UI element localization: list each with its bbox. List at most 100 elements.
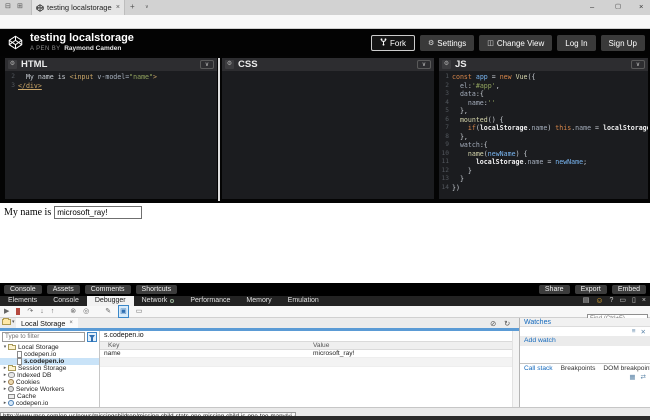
tree-item-cookies[interactable]: ▸Cookies	[0, 379, 99, 386]
devtools-tab-network[interactable]: Network	[134, 296, 183, 306]
code-line: 3 data:{	[439, 90, 648, 99]
code-text: name:''	[452, 99, 496, 108]
tab-list-chevron-icon[interactable]: ∨	[145, 4, 149, 10]
step-over-icon[interactable]: ↷	[27, 306, 33, 317]
step-out-icon[interactable]: ↑	[51, 306, 55, 317]
tree-item-codepen-io[interactable]: ▸codepen.io	[0, 400, 99, 407]
filter-input[interactable]	[2, 332, 85, 342]
undock-icon[interactable]: ▯	[632, 296, 636, 306]
browser-tab[interactable]: testing localstorage ×	[31, 0, 125, 15]
log-in-button[interactable]: Log In	[557, 35, 595, 51]
name-input[interactable]	[54, 206, 142, 219]
code-line: 8 },	[439, 133, 648, 142]
editor-gear-icon[interactable]: ⚙	[225, 60, 234, 69]
feedback-smiley-icon[interactable]: ☺	[595, 296, 603, 306]
tab-call-stack[interactable]: Call stack	[524, 365, 553, 372]
editor-resize-handle[interactable]	[218, 58, 220, 201]
help-icon[interactable]: ?	[610, 296, 614, 306]
code-line: 6 mounted() {	[439, 116, 648, 125]
async-callstack-icon[interactable]: ⇄	[641, 373, 646, 381]
line-number: 13	[439, 175, 452, 184]
tab-preview-icon[interactable]: ⊟	[5, 2, 11, 10]
change-view-button[interactable]: ◫Change View	[479, 35, 552, 51]
close-tab-icon[interactable]: ×	[69, 320, 73, 326]
devtools-tab-performance[interactable]: Performance	[182, 296, 238, 306]
source-maps-icon[interactable]: ▭	[136, 306, 143, 317]
maximize-window-icon[interactable]: ▢	[615, 2, 621, 10]
share-button[interactable]: Share	[539, 285, 570, 294]
devtools-tab-console[interactable]: Console	[45, 296, 87, 306]
devtools-tab-emulation[interactable]: Emulation	[280, 296, 327, 306]
shortcuts-button[interactable]: Shortcuts	[136, 285, 178, 294]
table-row[interactable]: namemicrosoft_ray!	[100, 350, 519, 359]
chevron-down-icon: ▾	[12, 319, 15, 325]
pen-author[interactable]: Raymond Camden	[64, 45, 121, 52]
js-code-editor[interactable]: 1const app = new Vue({2 el:'#app',3 data…	[439, 71, 648, 199]
network-badge-icon	[170, 299, 174, 303]
settings-button[interactable]: ⚙Settings	[420, 35, 474, 51]
collapse-chevron-icon[interactable]: ∨	[200, 60, 214, 69]
editor-gear-icon[interactable]: ⚙	[442, 60, 451, 69]
line-number: 2	[5, 73, 18, 82]
break-on-exceptions-icon[interactable]: ⊗	[70, 306, 76, 317]
funnel-icon	[89, 335, 95, 339]
tab-breakpoints[interactable]: Breakpoints	[561, 365, 596, 372]
clear-watches-icon[interactable]: ✕	[641, 328, 646, 336]
close-window-icon[interactable]: ×	[639, 2, 643, 11]
step-into-icon[interactable]: ↓	[40, 306, 44, 317]
tree-item-local-storage[interactable]: ▾Local Storage	[0, 344, 99, 351]
pretty-print-icon[interactable]: ✎	[105, 306, 111, 317]
add-watch-icon[interactable]: ≡	[632, 328, 636, 335]
console-button[interactable]: Console	[4, 285, 42, 294]
code-text: if(localStorage.name) this.name = localS…	[452, 124, 648, 133]
tab-close-icon[interactable]: ×	[116, 4, 120, 11]
tree-item-session-storage[interactable]: ▸Session Storage	[0, 365, 99, 372]
css-code-editor[interactable]	[222, 71, 434, 199]
html-code-editor[interactable]: 2 My name is <input v-model="name">3</di…	[5, 71, 217, 199]
comments-button[interactable]: Comments	[85, 285, 131, 294]
table-scrollbar[interactable]	[512, 331, 519, 408]
clear-storage-icon[interactable]: ⊘	[490, 319, 496, 328]
add-watch-link[interactable]: Add watch	[520, 336, 650, 346]
just-my-code-icon[interactable]: ▣	[118, 305, 129, 318]
embed-button[interactable]: Embed	[612, 285, 646, 294]
devtools-titlebar-icons: ▤ ☺? ▭ ▯ ×	[583, 296, 646, 306]
storage-tree-pane: ▾Local Storagecodepen.ios.codepen.io▸Ses…	[0, 331, 100, 408]
collapse-chevron-icon[interactable]: ∨	[417, 60, 431, 69]
tree-item-label: s.codepen.io	[24, 358, 64, 365]
tree-item-codepen-io[interactable]: codepen.io	[0, 351, 99, 358]
console-drawer-icon[interactable]: ▤	[583, 296, 590, 306]
pen-byline: A PEN BY Raymond Camden	[30, 45, 121, 52]
local-storage-tab[interactable]: Local Storage ×	[16, 318, 78, 328]
fork-button[interactable]: Fork	[371, 35, 415, 51]
pen-title: testing localstorage	[30, 32, 134, 44]
tree-item-cache[interactable]: Cache	[0, 393, 99, 400]
file-picker-button[interactable]: ▾	[2, 319, 15, 325]
tab-dom-breakpoints[interactable]: DOM breakpoints	[603, 365, 650, 372]
resume-icon[interactable]: ▶	[4, 306, 9, 317]
tree-item-indexed-db[interactable]: ▸Indexed DB	[0, 372, 99, 379]
dock-bottom-icon[interactable]: ▭	[619, 296, 626, 306]
footer-left-buttons: Console Assets Comments Shortcuts	[4, 285, 182, 294]
break-icon[interactable]	[16, 306, 20, 317]
filter-funnel-button[interactable]	[87, 332, 97, 342]
collapse-chevron-icon[interactable]: ∨	[631, 60, 645, 69]
close-devtools-icon[interactable]: ×	[642, 296, 646, 306]
tree-item-s-codepen-io[interactable]: s.codepen.io	[0, 358, 99, 365]
watches-icons: ≡✕	[520, 327, 650, 336]
sign-up-button[interactable]: Sign Up	[601, 35, 645, 51]
event-breakpoints-icon[interactable]: ◎	[83, 306, 89, 317]
devtools-tab-memory[interactable]: Memory	[238, 296, 279, 306]
storage-origin-label: s.codepen.io	[100, 331, 519, 341]
devtools-tab-elements[interactable]: Elements	[0, 296, 45, 306]
export-button[interactable]: Export	[575, 285, 607, 294]
tree-item-service-workers[interactable]: ▸Service Workers	[0, 386, 99, 393]
code-text: My name is <input v-model="name">	[18, 73, 157, 82]
minimize-window-icon[interactable]: –	[590, 2, 594, 11]
assets-button[interactable]: Assets	[47, 285, 80, 294]
editor-gear-icon[interactable]: ⚙	[8, 60, 17, 69]
new-tab-icon[interactable]: +	[130, 2, 135, 11]
refresh-storage-icon[interactable]: ↻	[504, 319, 510, 328]
set-tabs-aside-icon[interactable]: ⊞	[17, 2, 23, 10]
show-library-frames-icon[interactable]: ▦	[629, 373, 635, 381]
